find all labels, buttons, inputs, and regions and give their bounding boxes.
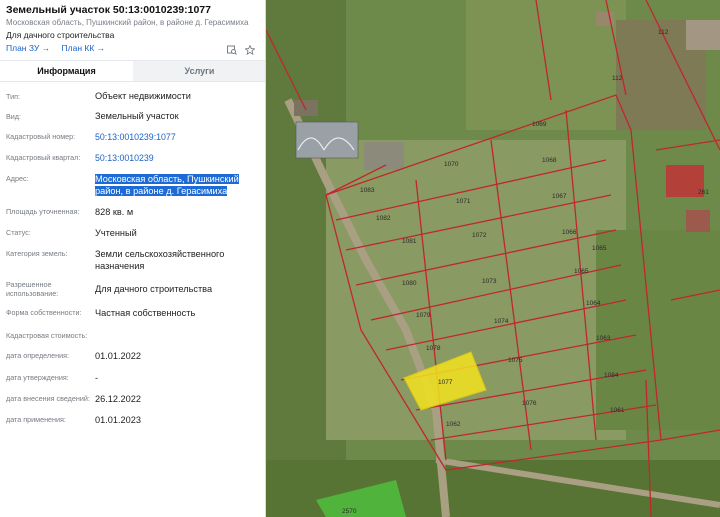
corner-house: [686, 20, 720, 50]
row-label: Кадастровый квартал:: [6, 153, 81, 162]
plot-label: 261: [698, 189, 709, 196]
address-highlight[interactable]: Московская область, Пушкинский район, в …: [95, 174, 239, 196]
row-value: 26.12.2022: [95, 394, 141, 404]
plot-label: 1080: [402, 280, 417, 287]
plan-links: План ЗУ → План КК →: [6, 43, 114, 53]
row-value: 828 кв. м: [95, 207, 134, 217]
row-label: Тип:: [6, 92, 20, 101]
plot-label: 1068: [542, 157, 557, 164]
plan-kk-link[interactable]: План КК →: [62, 43, 106, 53]
plot-label: 1082: [376, 215, 391, 222]
map-canvas: 1069 1070 1068 1083 1071 1067 1082 1072 …: [266, 0, 720, 517]
plot-label: 1067: [552, 193, 567, 200]
brown-roof-house: [686, 210, 710, 232]
plot-label: 1078: [426, 345, 441, 352]
plot-label: 1073: [482, 278, 497, 285]
row-label: Адрес:: [6, 174, 29, 183]
tab-bar: Информация Услуги: [0, 60, 265, 82]
row-label: Вид:: [6, 112, 21, 121]
row-value: 01.01.2022: [95, 351, 141, 361]
plot-label: 2570: [342, 508, 357, 515]
row-value: Объект недвижимости: [95, 91, 191, 101]
plot-label: 112: [612, 75, 623, 82]
tab-services[interactable]: Услуги: [133, 61, 265, 81]
shed-building: [294, 100, 318, 116]
page-title: Земельный участок 50:13:0010239:1077: [6, 4, 211, 16]
row-value: Для дачного строительства: [95, 284, 213, 294]
map-search-icon[interactable]: [227, 42, 237, 55]
row-value: Земли сельскохозяйственного назначения: [95, 249, 225, 271]
plot-label: 112: [658, 29, 669, 36]
plot-label: 1061: [610, 407, 625, 414]
row-label: Статус:: [6, 228, 31, 237]
plan-zu-link[interactable]: План ЗУ →: [6, 43, 50, 53]
row-value: Московская область, Пушкинский район, в …: [95, 173, 240, 197]
row-value: 01.01.2023: [95, 415, 141, 425]
header-icons: [227, 42, 256, 56]
plot-label: 1084: [604, 372, 619, 379]
row-label: Кадастровая стоимость:: [6, 331, 88, 340]
plot-label: 1062: [446, 421, 461, 428]
plot-label: 1072: [472, 232, 487, 239]
row-label: Кадастровый номер:: [6, 132, 76, 141]
plot-label: 1064: [586, 300, 601, 307]
favorite-star-icon[interactable]: [244, 42, 256, 56]
row-value: Учтенный: [95, 228, 137, 238]
row-label: Форма собственности:: [6, 308, 82, 317]
plot-label: 1065: [592, 245, 607, 252]
row-label: Площадь уточненная:: [6, 207, 80, 216]
plot-label: 1069: [532, 121, 547, 128]
cadastral-quarter-link[interactable]: 50:13:0010239: [95, 152, 260, 164]
plot-label: 1083: [360, 187, 375, 194]
plot-label: 1066: [562, 229, 577, 236]
tab-info[interactable]: Информация: [0, 61, 133, 81]
plot-label: 1074: [494, 318, 509, 325]
header-use: Для дачного строительства: [6, 30, 115, 40]
plots-area: [326, 140, 626, 440]
plot-label: 1075: [508, 357, 523, 364]
header-address: Московская область, Пушкинский район, в …: [6, 18, 249, 27]
plot-label: 1071: [456, 198, 471, 205]
row-label: Категория земель:: [6, 249, 68, 258]
row-label: дата утверждения:: [6, 373, 69, 382]
plot-label: 1065: [574, 268, 589, 275]
app-root: Земельный участок 50:13:0010239:1077 Мос…: [0, 0, 720, 517]
row-label: дата внесения сведений:: [6, 394, 90, 403]
info-panel: Земельный участок 50:13:0010239:1077 Мос…: [0, 0, 266, 517]
row-label: Разрешенное использование:: [6, 280, 59, 298]
plot-label-selected: 1077: [438, 379, 453, 386]
plot-label: 1081: [402, 238, 417, 245]
row-value: -: [95, 373, 99, 383]
row-label: дата определения:: [6, 351, 69, 360]
row-value: Частная собственность: [95, 308, 196, 318]
plot-label: 1063: [596, 335, 611, 342]
cadastral-map[interactable]: 1069 1070 1068 1083 1071 1067 1082 1072 …: [266, 0, 720, 517]
plot-label: 1079: [416, 312, 431, 319]
plot-label: 1076: [522, 400, 537, 407]
plot-label: 1070: [444, 161, 459, 168]
row-label: дата применения:: [6, 415, 66, 424]
cadastral-number-link[interactable]: 50:13:0010239:1077: [95, 131, 260, 143]
right-grass: [596, 230, 720, 430]
row-value: Земельный участок: [95, 111, 179, 121]
